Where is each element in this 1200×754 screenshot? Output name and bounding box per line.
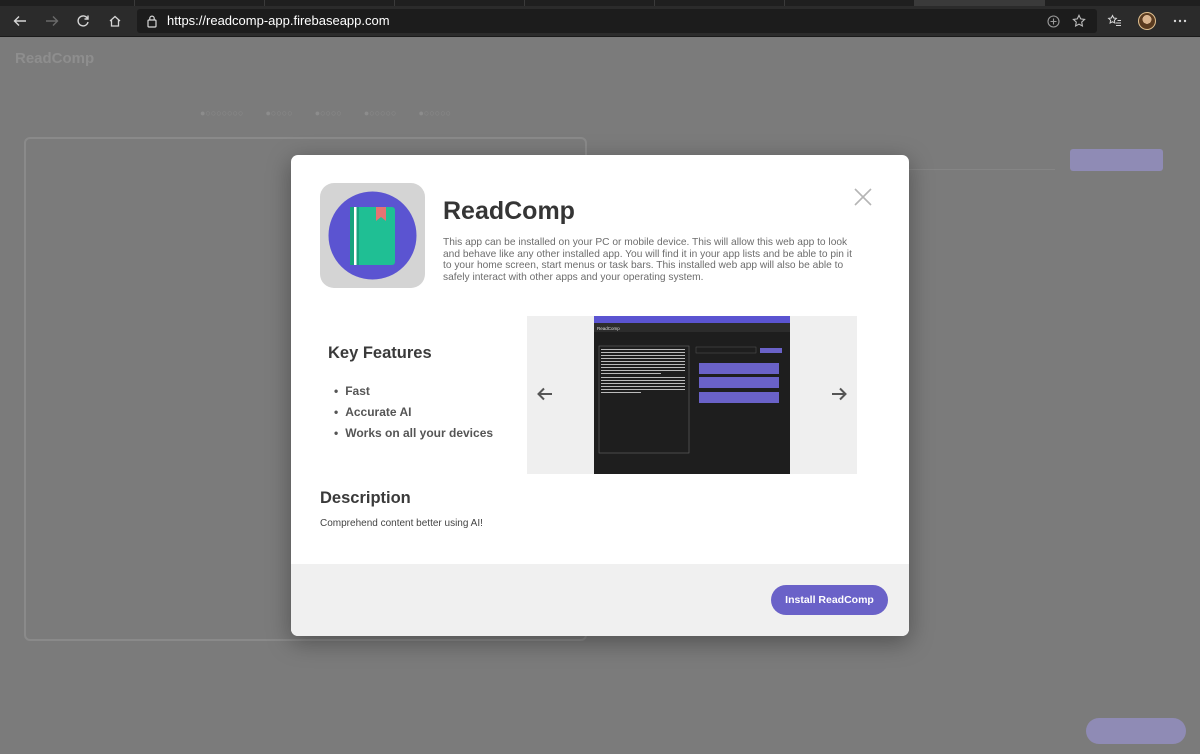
arrow-left-icon — [537, 387, 552, 401]
favorites-list-icon — [1107, 14, 1121, 26]
feature-item: Fast — [334, 383, 493, 404]
close-button[interactable] — [847, 181, 879, 213]
more-menu-button[interactable] — [1167, 8, 1193, 34]
nav-tab: ●○○○○ — [265, 108, 293, 118]
home-button[interactable] — [102, 8, 128, 34]
forward-button[interactable] — [39, 8, 65, 34]
install-app-dialog: ReadComp This app can be installed on yo… — [291, 155, 909, 636]
nav-tab: ●○○○○○ — [363, 108, 397, 118]
feature-item: Accurate AI — [334, 404, 493, 425]
url-text: https://readcomp-app.firebaseapp.com — [167, 13, 390, 28]
browser-toolbar: https://readcomp-app.firebaseapp.com — [0, 6, 1200, 37]
lock-icon — [147, 15, 157, 28]
install-button[interactable]: Install ReadComp — [771, 585, 888, 615]
key-features-heading: Key Features — [328, 344, 432, 362]
nav-tab: ●○○○○ — [314, 108, 342, 118]
app-name: ReadComp — [443, 197, 575, 225]
app-screenshot: ReadComp — [594, 316, 790, 474]
arrow-right-icon — [832, 387, 847, 401]
close-icon — [854, 188, 872, 206]
nav-tab: ●○○○○○○○ — [200, 108, 244, 118]
refresh-icon — [77, 15, 89, 27]
dialog-footer: Install ReadComp — [291, 564, 909, 636]
screenshot-carousel: ReadComp — [527, 316, 857, 474]
home-icon — [109, 15, 121, 27]
favorites-button[interactable] — [1101, 8, 1127, 34]
page-app-title: ReadComp — [15, 50, 95, 67]
screenshot-app-title: ReadComp — [597, 326, 620, 331]
description-text: Comprehend content better using AI! — [320, 518, 483, 529]
address-bar[interactable]: https://readcomp-app.firebaseapp.com — [137, 9, 1097, 33]
favorite-star-icon[interactable] — [1071, 13, 1087, 29]
carousel-prev-button[interactable] — [535, 384, 555, 404]
ask-question-button — [1070, 149, 1163, 171]
page-nav-tabs: ●○○○○○○○ ●○○○○ ●○○○○ ●○○○○○ ●○○○○○ — [200, 108, 451, 118]
install-description: This app can be installed on your PC or … — [443, 237, 852, 283]
description-heading: Description — [320, 489, 411, 507]
feature-item: Works on all your devices — [334, 425, 493, 446]
nav-tab: ●○○○○○ — [418, 108, 452, 118]
back-button[interactable] — [7, 8, 33, 34]
app-icon — [320, 183, 425, 288]
refresh-button[interactable] — [70, 8, 96, 34]
profile-avatar[interactable] — [1138, 12, 1156, 30]
arrow-left-icon — [13, 16, 26, 26]
carousel-next-button[interactable] — [829, 384, 849, 404]
install-app-floating-button — [1086, 718, 1186, 744]
book-with-bookmark-icon — [328, 191, 417, 280]
install-app-icon[interactable] — [1045, 13, 1061, 29]
features-list: Fast Accurate AI Works on all your devic… — [334, 383, 493, 446]
more-dots-icon — [1173, 19, 1187, 23]
arrow-right-icon — [46, 16, 59, 26]
